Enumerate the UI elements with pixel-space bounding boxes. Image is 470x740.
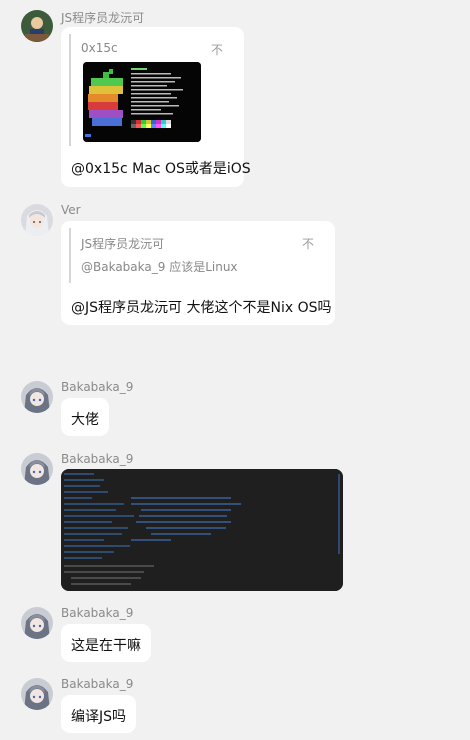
message-text: @JS程序员龙沅可 大佬这个不是Nix OS吗	[71, 300, 332, 316]
message-text: 编译JS吗	[71, 709, 127, 725]
quote-block[interactable]: 0x15c	[69, 34, 118, 146]
quote-author: 0x15c	[81, 41, 118, 55]
sender-name[interactable]: Bakabaka_9	[61, 677, 133, 691]
avatar-bakabaka[interactable]	[21, 453, 53, 485]
sender-name[interactable]: Bakabaka_9	[61, 452, 133, 466]
message-bubble[interactable]: 编译JS吗	[61, 695, 136, 733]
sender-name[interactable]: Bakabaka_9	[61, 606, 133, 620]
message-bubble[interactable]: 0x15c 不 @0x15c Mac OS或者是iOS	[61, 27, 251, 187]
message-text: @0x15c Mac OS或者是iOS	[71, 161, 251, 177]
message-bubble[interactable]: 大佬	[61, 398, 109, 436]
sender-name[interactable]: Bakabaka_9	[61, 380, 133, 394]
mac-terminal-image[interactable]	[83, 62, 201, 142]
quote-text: @Bakabaka_9 应该是Linux	[81, 260, 238, 274]
quote-author: JS程序员龙沅可	[81, 237, 165, 251]
sender-name[interactable]: Ver	[61, 203, 81, 217]
avatar-js-dev[interactable]	[21, 10, 53, 42]
avatar-bakabaka[interactable]	[21, 607, 53, 639]
avatar-ver[interactable]	[21, 204, 53, 236]
avatar-bakabaka[interactable]	[21, 678, 53, 710]
quote-collapse-icon[interactable]: 不	[302, 235, 314, 252]
quote-collapse-icon[interactable]: 不	[211, 41, 223, 58]
message-bubble[interactable]: 这是在干嘛	[61, 624, 151, 662]
message-text: 大佬	[71, 412, 99, 428]
message-text: 这是在干嘛	[71, 638, 141, 654]
avatar-bakabaka[interactable]	[21, 381, 53, 413]
quote-block[interactable]: JS程序员龙沅可 @Bakabaka_9 应该是Linux	[69, 228, 238, 283]
terminal-screenshot-image[interactable]	[61, 469, 343, 591]
message-bubble[interactable]: JS程序员龙沅可 @Bakabaka_9 应该是Linux 不 @JS程序员龙沅…	[61, 221, 335, 325]
sender-name[interactable]: JS程序员龙沅可	[61, 9, 144, 26]
